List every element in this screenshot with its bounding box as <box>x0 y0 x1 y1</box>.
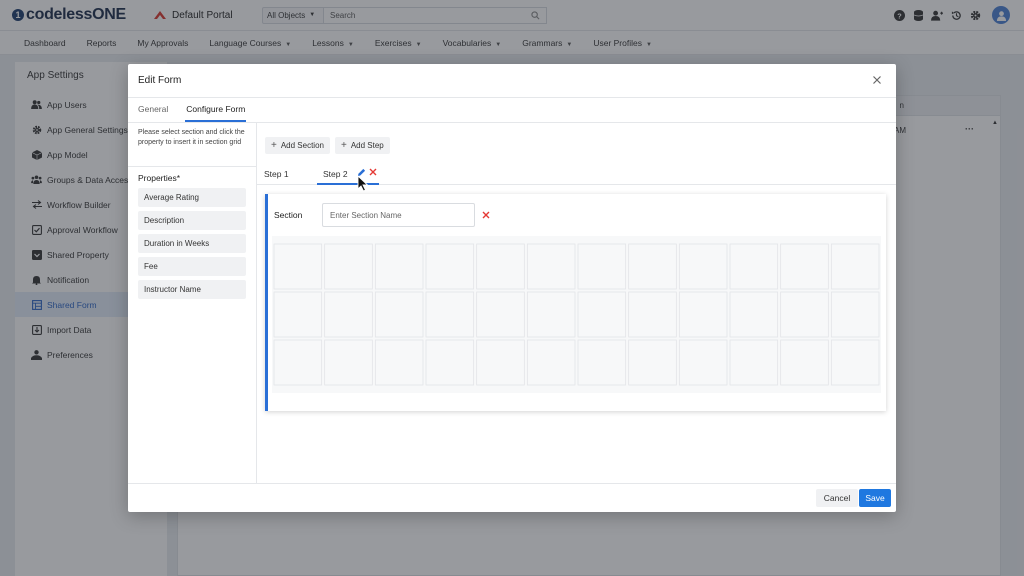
step-tab-1[interactable]: Step 1 <box>264 169 289 179</box>
property-instructor-name[interactable]: Instructor Name <box>138 280 246 299</box>
section-grid[interactable] <box>272 236 881 393</box>
properties-heading: Properties* <box>138 173 181 183</box>
instruction-text: Please select section and click the prop… <box>128 123 256 167</box>
grid-cell[interactable] <box>476 339 525 386</box>
section-name-input[interactable] <box>322 203 475 227</box>
grid-cell[interactable] <box>324 291 373 338</box>
grid-cell[interactable] <box>830 291 880 338</box>
add-section-label: Add Section <box>280 141 324 150</box>
grid-cell[interactable] <box>830 339 880 386</box>
grid-cell[interactable] <box>678 339 728 386</box>
grid-cell[interactable] <box>780 339 829 386</box>
grid-cell[interactable] <box>628 339 677 386</box>
grid-cell[interactable] <box>273 339 323 386</box>
grid-cell[interactable] <box>628 243 677 290</box>
properties-panel: Please select section and click the prop… <box>128 123 257 483</box>
grid-cell[interactable] <box>780 291 829 338</box>
grid-cell[interactable] <box>374 339 424 386</box>
plus-icon: + <box>271 140 277 151</box>
add-step-button[interactable]: + Add Step <box>334 137 390 154</box>
step-tabs: Step 1 Step 2 <box>257 163 896 185</box>
section-label: Section <box>274 210 303 220</box>
add-section-button[interactable]: + Add Section <box>265 137 330 154</box>
step-tab-2[interactable]: Step 2 <box>323 169 348 179</box>
tab-configure-form[interactable]: Configure Form <box>185 98 247 122</box>
property-description[interactable]: Description <box>138 211 246 230</box>
dialog-footer: Cancel Save <box>128 483 896 512</box>
cancel-button[interactable]: Cancel <box>816 489 858 507</box>
grid-cell[interactable] <box>780 243 829 290</box>
delete-section-icon[interactable] <box>482 211 490 219</box>
property-fee[interactable]: Fee <box>138 257 246 276</box>
grid-cell[interactable] <box>577 243 627 290</box>
save-button[interactable]: Save <box>859 489 891 507</box>
grid-cell[interactable] <box>830 243 880 290</box>
grid-cell[interactable] <box>526 243 576 290</box>
add-step-label: Add Step <box>350 141 384 150</box>
tab-general[interactable]: General <box>138 98 168 122</box>
form-designer: + Add Section + Add Step Step 1 Step 2 S… <box>257 123 896 483</box>
grid-cell[interactable] <box>678 243 728 290</box>
grid-cell[interactable] <box>324 339 373 386</box>
edit-form-dialog: Edit Form General Configure Form Please … <box>128 64 896 512</box>
property-duration-in-weeks[interactable]: Duration in Weeks <box>138 234 246 253</box>
grid-cell[interactable] <box>577 339 627 386</box>
grid-cell[interactable] <box>729 339 779 386</box>
grid-cell[interactable] <box>577 291 627 338</box>
dialog-tabs: General Configure Form <box>128 98 896 123</box>
property-average-rating[interactable]: Average Rating <box>138 188 246 207</box>
grid-cell[interactable] <box>425 291 475 338</box>
grid-cell[interactable] <box>425 339 475 386</box>
grid-cell[interactable] <box>324 243 373 290</box>
grid-cell[interactable] <box>628 291 677 338</box>
section-card: Section <box>265 194 886 411</box>
mouse-pointer-icon <box>357 175 369 192</box>
dialog-header: Edit Form <box>128 64 896 98</box>
grid-cell[interactable] <box>729 291 779 338</box>
grid-cell[interactable] <box>374 291 424 338</box>
plus-icon: + <box>340 140 347 151</box>
dialog-title: Edit Form <box>138 75 182 86</box>
grid-cell[interactable] <box>678 291 728 338</box>
delete-step-icon[interactable] <box>369 168 377 176</box>
grid-cell[interactable] <box>273 291 323 338</box>
grid-cell[interactable] <box>476 243 525 290</box>
grid-cell[interactable] <box>729 243 779 290</box>
grid-cell[interactable] <box>526 339 576 386</box>
grid-cell[interactable] <box>273 243 323 290</box>
grid-cell[interactable] <box>374 243 424 290</box>
grid-cell[interactable] <box>476 291 525 338</box>
close-icon[interactable] <box>872 75 882 85</box>
grid-cell[interactable] <box>425 243 475 290</box>
grid-cell[interactable] <box>526 291 576 338</box>
designer-toolbar: + Add Section + Add Step <box>265 137 390 154</box>
